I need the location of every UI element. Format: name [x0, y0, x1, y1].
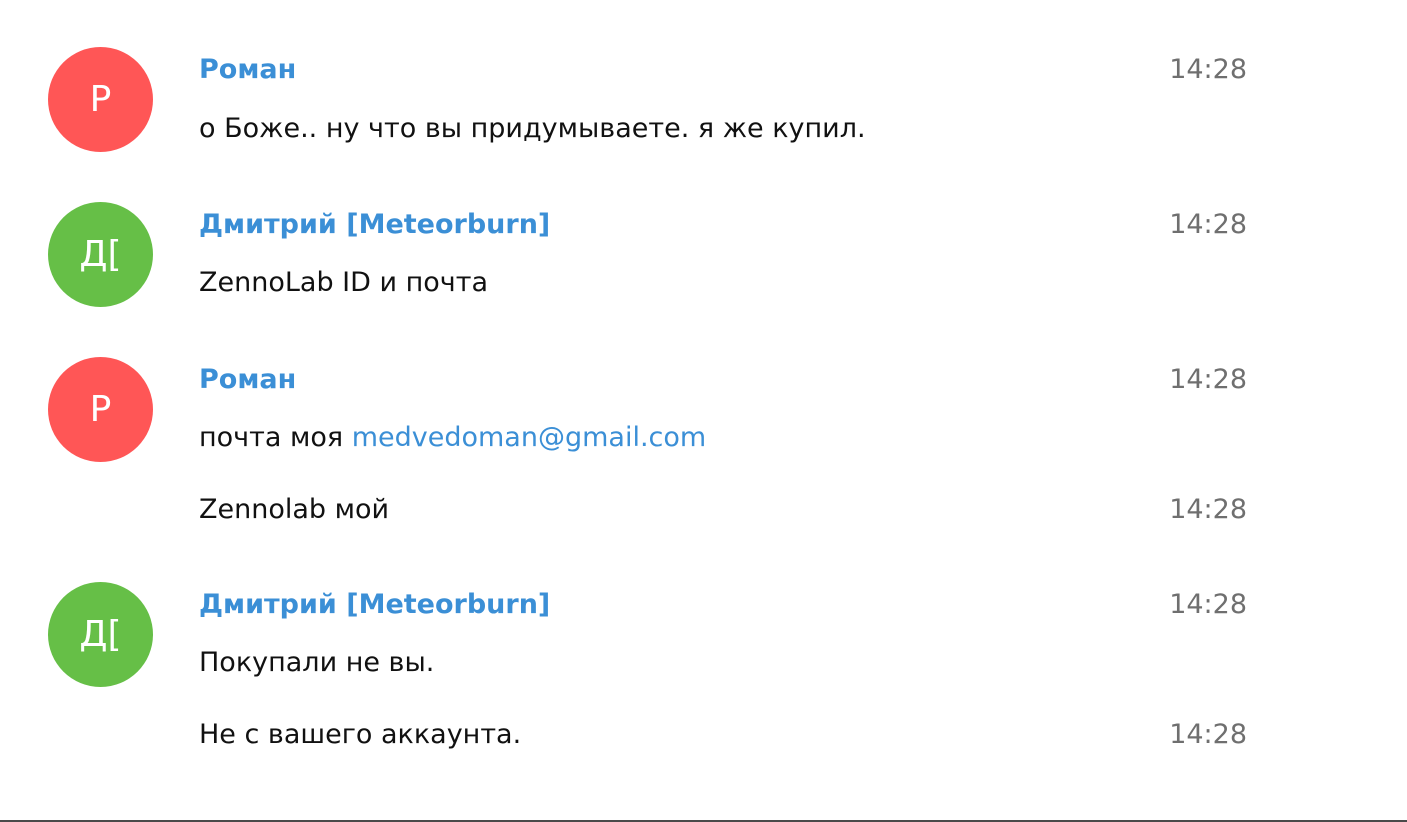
message-text: Покупали не вы. — [199, 647, 435, 678]
avatar[interactable]: Р — [48, 357, 153, 462]
message-author[interactable]: Дмитрий [Meteorburn] — [199, 588, 550, 622]
message-time: 14:28 — [1169, 719, 1247, 750]
message-text: почта моя medvedoman@gmail.com — [199, 421, 706, 455]
message-time: 14:28 — [1169, 54, 1247, 85]
email-link[interactable]: medvedoman@gmail.com — [352, 422, 707, 453]
message-text: о Боже.. ну что вы придумываете. я же ку… — [199, 113, 866, 144]
message-text: ZennoLab ID и почта — [199, 267, 489, 298]
avatar[interactable]: Р — [48, 47, 153, 152]
message-time: 14:28 — [1169, 589, 1247, 620]
message-time: 14:28 — [1169, 364, 1247, 395]
message-time: 14:28 — [1169, 494, 1247, 525]
avatar[interactable]: Д[ — [48, 582, 153, 687]
message-author[interactable]: Роман — [199, 363, 296, 397]
avatar[interactable]: Д[ — [48, 202, 153, 307]
message-author[interactable]: Дмитрий [Meteorburn] — [199, 208, 550, 242]
message-text: Zennolab мой — [199, 494, 390, 525]
message-author[interactable]: Роман — [199, 53, 296, 87]
chat-history: Р Роман 14:28 о Боже.. ну что вы придумы… — [0, 0, 1407, 820]
message-text-prefix: почта моя — [199, 422, 352, 453]
message-text: Не с вашего аккаунта. — [199, 719, 522, 750]
message-time: 14:28 — [1169, 209, 1247, 240]
